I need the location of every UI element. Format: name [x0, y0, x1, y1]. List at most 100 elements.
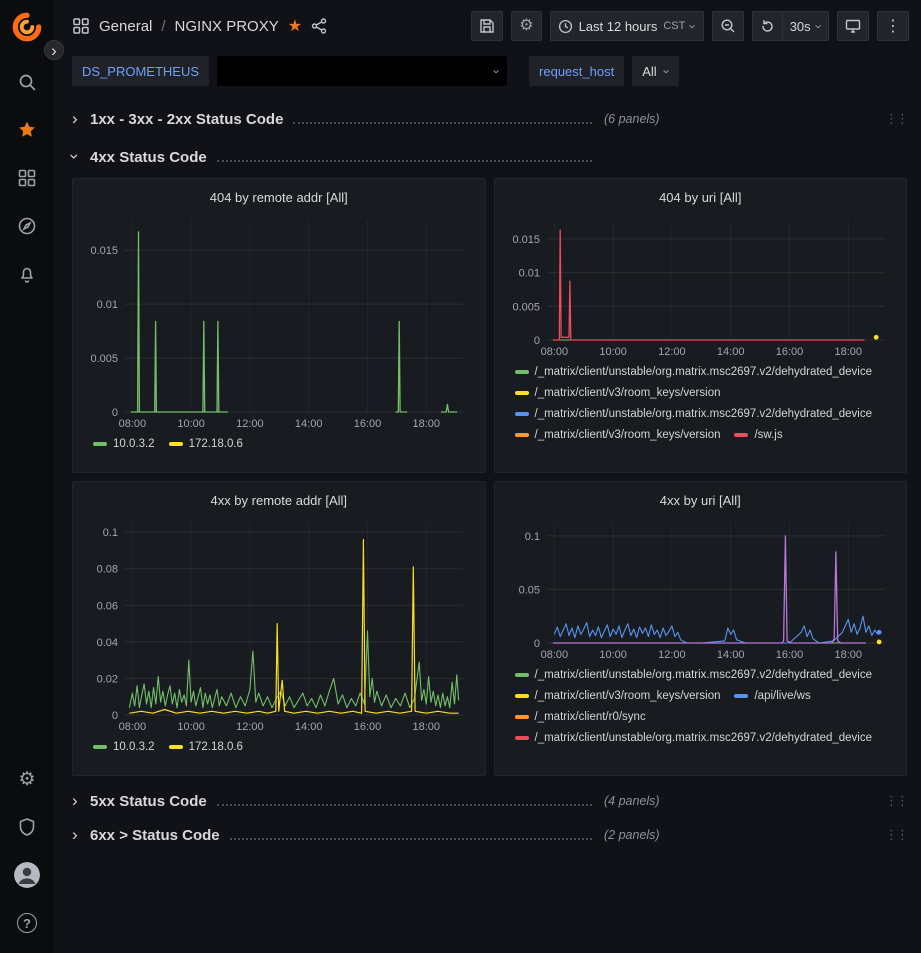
timezone-label: CST	[663, 20, 685, 32]
legend-marker	[169, 442, 183, 446]
y-tick-label: 0.1	[103, 527, 118, 539]
datasource-variable-label[interactable]: DS_PROMETHEUS	[72, 56, 209, 86]
kebab-icon: ⋮	[885, 16, 901, 36]
breadcrumb-section[interactable]: General	[99, 18, 152, 35]
search-icon	[17, 72, 37, 92]
drag-handle-icon[interactable]: ⋮⋮	[885, 111, 907, 127]
zoom-out-icon	[720, 18, 736, 34]
share-icon[interactable]	[311, 18, 327, 34]
time-range-picker[interactable]: Last 12 hours CST ›	[550, 11, 704, 41]
toolbar: ⚙ Last 12 hours CST ›	[471, 11, 909, 41]
drag-handle-icon[interactable]: ⋮⋮	[885, 793, 907, 809]
series-point	[873, 335, 878, 340]
help-icon: ?	[17, 913, 37, 933]
row-header-1xx-3xx-2xx[interactable]: › 1xx - 3xx - 2xx Status Code (6 panels)…	[72, 106, 907, 132]
grafana-logo[interactable]	[10, 10, 44, 44]
row-title: 4xx Status Code	[90, 149, 207, 166]
main-area: General / NGINX PROXY ★ ⚙	[54, 0, 921, 953]
legend-label: /api/live/ws	[754, 688, 810, 704]
dashboard-canvas: › 1xx - 3xx - 2xx Status Code (6 panels)…	[54, 90, 921, 953]
zoom-out-button[interactable]	[712, 11, 744, 41]
chart-svg: 08:0010:0012:0014:0016:0018:0000.050.1	[503, 513, 899, 663]
sidebar-item-dashboards[interactable]	[7, 158, 47, 198]
legend-item[interactable]: /_matrix/client/unstable/org.matrix.msc2…	[515, 667, 873, 683]
sidebar-item-explore[interactable]	[7, 206, 47, 246]
refresh-interval-select[interactable]: 30s ›	[782, 11, 829, 41]
request-host-variable-label[interactable]: request_host	[529, 56, 624, 86]
legend-label: /_matrix/client/unstable/org.matrix.msc2…	[535, 364, 873, 380]
x-tick-label: 18:00	[412, 721, 440, 733]
tv-mode-button[interactable]	[837, 11, 869, 41]
x-tick-label: 08:00	[119, 721, 147, 733]
time-series-chart[interactable]: 08:0010:0012:0014:0016:0018:0000.050.1	[503, 513, 899, 663]
x-tick-label: 12:00	[658, 346, 686, 358]
legend-item[interactable]: 172.18.0.6	[169, 739, 243, 755]
legend-marker	[515, 391, 529, 395]
panel-4xx-by-remote-addr: 4xx by remote addr [All] 08:0010:0012:00…	[72, 481, 486, 776]
legend-item[interactable]: 10.0.3.2	[93, 739, 155, 755]
sidebar-item-configuration[interactable]: ⚙	[7, 759, 47, 799]
legend-item[interactable]: /_matrix/client/v3/room_keys/version	[515, 427, 721, 443]
row-header-4xx[interactable]: › 4xx Status Code	[72, 144, 907, 170]
shield-icon	[17, 817, 37, 837]
datasource-select[interactable]: ›	[217, 56, 507, 86]
y-tick-label: 0.05	[518, 584, 539, 596]
legend-item[interactable]: /_matrix/client/unstable/org.matrix.msc2…	[515, 364, 873, 380]
sidebar-item-alerting[interactable]	[7, 254, 47, 294]
refresh-button[interactable]	[752, 11, 782, 41]
legend-marker	[515, 673, 529, 677]
star-dashboard-icon[interactable]: ★	[288, 16, 302, 36]
legend-item[interactable]: /_matrix/client/unstable/org.matrix.msc2…	[515, 730, 873, 746]
sidebar-item-profile[interactable]	[7, 855, 47, 895]
legend-item[interactable]: 10.0.3.2	[93, 436, 155, 452]
chevron-right-icon: ›	[72, 792, 78, 809]
legend-item[interactable]: /_matrix/client/unstable/org.matrix.msc2…	[515, 406, 873, 422]
legend-marker	[515, 694, 529, 698]
refresh-group: 30s ›	[752, 11, 829, 41]
series-line	[554, 616, 877, 643]
time-series-chart[interactable]: 08:0010:0012:0014:0016:0018:0000.0050.01…	[81, 210, 477, 432]
time-series-chart[interactable]: 08:0010:0012:0014:0016:0018:0000.020.040…	[81, 513, 477, 735]
x-tick-label: 14:00	[716, 649, 744, 661]
sidebar-item-search[interactable]	[7, 62, 47, 102]
dashboard-title[interactable]: NGINX PROXY	[175, 18, 279, 35]
chevron-right-icon: ›	[72, 826, 78, 843]
legend-item[interactable]: /_matrix/client/r0/sync	[515, 709, 646, 725]
legend-label: /_matrix/client/unstable/org.matrix.msc2…	[535, 667, 873, 683]
legend-label: /_matrix/client/v3/room_keys/version	[535, 688, 721, 704]
panel-title[interactable]: 404 by remote addr [All]	[81, 184, 477, 210]
save-dashboard-button[interactable]	[471, 11, 503, 41]
gear-icon: ⚙	[18, 770, 35, 789]
drag-handle-icon[interactable]: ⋮⋮	[885, 827, 907, 843]
y-tick-label: 0.1	[524, 531, 539, 543]
sidebar-expand-button[interactable]: ›	[44, 40, 64, 60]
row-left: › 5xx Status Code	[72, 792, 592, 811]
panel-title[interactable]: 404 by uri [All]	[503, 184, 899, 210]
chevron-down-icon: ›	[66, 153, 83, 159]
row-header-6xx[interactable]: › 6xx > Status Code (2 panels) ⋮⋮	[72, 822, 907, 848]
sidebar-item-admin[interactable]	[7, 807, 47, 847]
dashboard-settings-button[interactable]: ⚙	[511, 11, 541, 41]
legend-marker	[515, 412, 529, 416]
legend-item[interactable]: /_matrix/client/v3/room_keys/version	[515, 688, 721, 704]
chart-svg: 08:0010:0012:0014:0016:0018:0000.0050.01…	[81, 210, 477, 432]
legend-item[interactable]: 172.18.0.6	[169, 436, 243, 452]
x-tick-label: 18:00	[834, 346, 862, 358]
y-tick-label: 0.08	[97, 564, 118, 576]
apps-grid-icon[interactable]	[72, 17, 90, 35]
legend-item[interactable]: /_matrix/client/v3/room_keys/version	[515, 385, 721, 401]
panel-title[interactable]: 4xx by remote addr [All]	[81, 487, 477, 513]
legend-item[interactable]: /api/live/ws	[734, 688, 810, 704]
legend-item[interactable]: /sw.js	[734, 427, 782, 443]
more-options-button[interactable]: ⋮	[877, 11, 909, 41]
sidebar-item-starred[interactable]	[7, 110, 47, 150]
chart-svg: 08:0010:0012:0014:0016:0018:0000.020.040…	[81, 513, 477, 735]
row-header-5xx[interactable]: › 5xx Status Code (4 panels) ⋮⋮	[72, 788, 907, 814]
sidebar-item-help[interactable]: ?	[7, 903, 47, 943]
panel-title[interactable]: 4xx by uri [All]	[503, 487, 899, 513]
legend-label: 10.0.3.2	[113, 739, 155, 755]
chevron-down-icon: ›	[490, 69, 503, 73]
breadcrumb-separator: /	[161, 18, 165, 35]
time-series-chart[interactable]: 08:0010:0012:0014:0016:0018:0000.0050.01…	[503, 210, 899, 360]
request-host-select[interactable]: All ›	[632, 56, 679, 86]
